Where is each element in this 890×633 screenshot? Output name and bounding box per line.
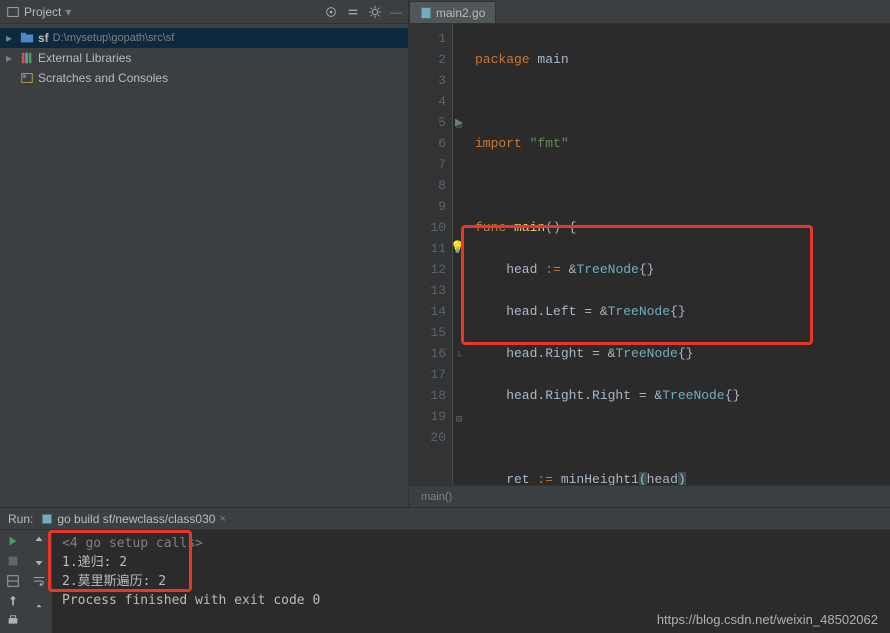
breadcrumb-item: main(): [421, 491, 452, 503]
chevron-right-icon: ▸: [6, 51, 16, 65]
code-area[interactable]: package main import "fmt" func main() { …: [467, 24, 890, 485]
line-gutter: 1234567891011121314151617181920: [409, 24, 453, 485]
editor: main2.go 1234567891011121314151617181920…: [409, 0, 890, 507]
folder-icon: [20, 31, 34, 45]
wrap-icon[interactable]: [32, 574, 46, 588]
tree-item-scratches[interactable]: Scratches and Consoles: [0, 68, 408, 88]
bulb-icon[interactable]: 💡: [450, 238, 465, 259]
locate-icon[interactable]: [324, 5, 338, 19]
up-icon[interactable]: [32, 534, 46, 548]
sidebar-title: Project: [24, 5, 61, 19]
close-icon[interactable]: ×: [219, 513, 225, 525]
collapse-icon[interactable]: [346, 5, 360, 19]
fold-icon[interactable]: ⊟: [456, 410, 462, 431]
tree-item-external[interactable]: ▸ External Libraries: [0, 48, 408, 68]
scroll-icon[interactable]: [32, 594, 46, 608]
project-sidebar: Project ▾ — ▸ sf D:\mysetup\gopath\src\s…: [0, 0, 409, 507]
go-icon: [41, 513, 53, 525]
run-toolbar-mid: [26, 530, 52, 633]
watermark: https://blog.csdn.net/weixin_48502062: [657, 612, 878, 627]
project-icon: [6, 5, 20, 19]
project-tree: ▸ sf D:\mysetup\gopath\src\sf ▸ External…: [0, 24, 408, 92]
chevron-down-icon: ▾: [65, 5, 71, 19]
tab-main2[interactable]: main2.go: [409, 1, 496, 23]
hide-icon[interactable]: —: [390, 5, 402, 19]
gear-icon[interactable]: [368, 5, 382, 19]
down-icon[interactable]: [32, 554, 46, 568]
pin-icon[interactable]: [6, 594, 20, 608]
tab-bar: main2.go: [409, 0, 890, 24]
go-file-icon: [420, 7, 432, 19]
stop-icon[interactable]: [6, 554, 20, 568]
fold-icon[interactable]: ⊟: [456, 116, 462, 137]
run-label: Run:: [8, 512, 33, 526]
sidebar-header: Project ▾ —: [0, 0, 408, 24]
fold-column: ▶ ⊟ 💡 └ ⊟: [453, 24, 467, 485]
tab-filename: main2.go: [436, 6, 485, 20]
tree-label: External Libraries: [38, 51, 131, 65]
tree-path: D:\mysetup\gopath\src\sf: [53, 32, 175, 44]
library-icon: [20, 51, 34, 65]
rerun-icon[interactable]: [6, 534, 20, 548]
run-config-name: go build sf/newclass/class030: [57, 512, 215, 526]
run-header: Run: go build sf/newclass/class030 ×: [0, 508, 890, 530]
fold-icon[interactable]: └: [456, 347, 462, 368]
chevron-right-icon: ▸: [6, 31, 16, 45]
tree-item-sf[interactable]: ▸ sf D:\mysetup\gopath\src\sf: [0, 28, 408, 48]
editor-body[interactable]: 1234567891011121314151617181920 ▶ ⊟ 💡 └ …: [409, 24, 890, 485]
project-dropdown[interactable]: Project ▾: [6, 5, 71, 19]
tree-label: Scratches and Consoles: [38, 71, 168, 85]
highlight-box-code: [461, 225, 813, 345]
tree-label: sf: [38, 31, 49, 45]
scratch-icon: [20, 71, 34, 85]
breadcrumb[interactable]: main(): [409, 485, 890, 507]
printer-icon[interactable]: [6, 614, 20, 628]
run-toolbar-left: [0, 530, 26, 633]
layout-icon[interactable]: [6, 574, 20, 588]
run-config-tab[interactable]: go build sf/newclass/class030 ×: [41, 512, 226, 526]
